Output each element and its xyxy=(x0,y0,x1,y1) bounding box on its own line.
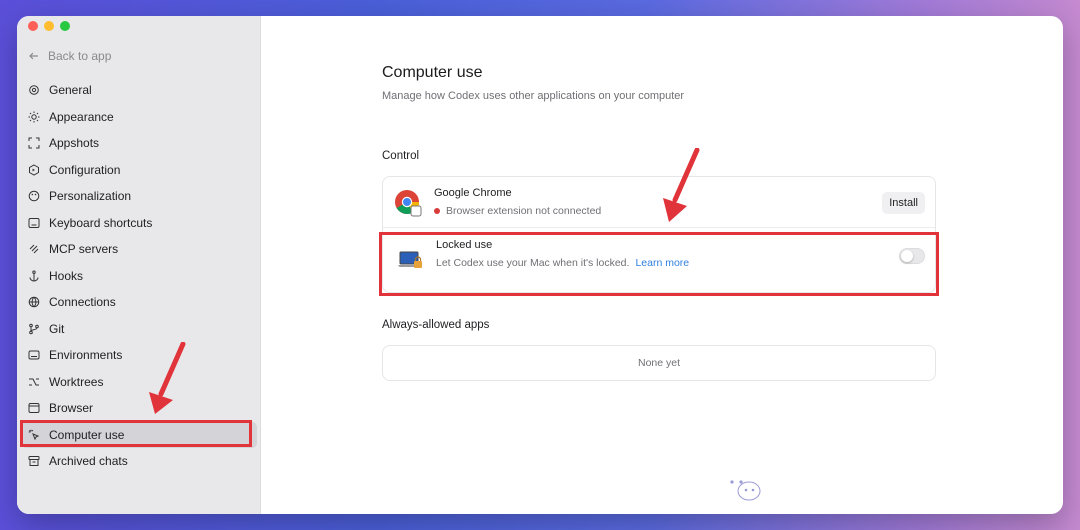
sidebar-highlight-box xyxy=(20,420,252,447)
sidebar-item-label: Hooks xyxy=(49,268,84,283)
sidebar-item-general[interactable]: General xyxy=(17,77,261,104)
close-window-button[interactable] xyxy=(28,21,38,31)
sidebar-item-configuration[interactable]: Configuration xyxy=(17,157,261,184)
sidebar-item-connections[interactable]: Connections xyxy=(17,289,261,316)
sidebar-item-label: Configuration xyxy=(49,162,121,177)
sidebar-item-appearance[interactable]: Appearance xyxy=(17,104,261,131)
sidebar-item-label: Environments xyxy=(49,348,123,363)
settings-nav: General Appearance Appshots Configuratio… xyxy=(17,77,261,475)
sidebar-item-label: Worktrees xyxy=(49,374,104,389)
minimize-window-button[interactable] xyxy=(44,21,54,31)
locked-use-highlight-box xyxy=(379,232,939,296)
sidebar-item-label: Appshots xyxy=(49,136,100,151)
annotation-arrow-icon xyxy=(149,342,186,414)
config-icon xyxy=(29,164,39,176)
sidebar-item-hooks[interactable]: Hooks xyxy=(17,263,261,290)
sidebar-item-archived-chats[interactable]: Archived chats xyxy=(17,448,261,475)
sidebar-item-worktrees[interactable]: Worktrees xyxy=(17,369,261,396)
sidebar-item-appshots[interactable]: Appshots xyxy=(17,130,261,157)
sun-icon xyxy=(28,111,40,123)
sidebar-item-label: Keyboard shortcuts xyxy=(49,215,153,230)
arrow-left-icon xyxy=(29,52,38,60)
sidebar-item-git[interactable]: Git xyxy=(17,316,261,343)
back-to-app-label: Back to app xyxy=(48,49,112,63)
sidebar-item-label: Connections xyxy=(49,295,116,310)
chrome-icon xyxy=(395,190,422,217)
sidebar-item-label: Git xyxy=(49,321,65,336)
palette-icon xyxy=(28,190,40,202)
sidebar-item-mcp-servers[interactable]: MCP servers xyxy=(17,236,261,263)
sidebar-item-label: Browser xyxy=(49,401,94,416)
git-branch-icon xyxy=(29,323,39,335)
mcp-icon xyxy=(29,244,39,254)
sidebar-item-label: Archived chats xyxy=(49,454,128,469)
page-subtitle: Manage how Codex uses other applications… xyxy=(382,90,685,102)
sidebar-item-label: Appearance xyxy=(49,109,114,124)
browser-icon xyxy=(28,403,40,414)
keyboard-icon xyxy=(28,217,40,228)
anchor-icon xyxy=(29,270,39,282)
empty-state-text: None yet xyxy=(637,357,681,369)
sidebar-item-environments[interactable]: Environments xyxy=(17,342,261,369)
zoom-window-button[interactable] xyxy=(60,21,70,31)
chrome-status-text: Browser extension not connected xyxy=(446,205,602,217)
sidebar-item-label: Personalization xyxy=(49,189,132,204)
control-heading: Control xyxy=(382,150,420,162)
page-title: Computer use xyxy=(382,64,483,81)
watermark-text: 公众号 · AI信息Gap xyxy=(770,473,997,503)
install-button[interactable]: Install xyxy=(882,192,925,214)
sidebar-item-label: MCP servers xyxy=(49,242,119,257)
annotation-arrow-icon xyxy=(663,148,700,222)
watermark: 公众号 · AI信息Gap xyxy=(722,468,997,505)
chrome-text: Google Chrome Browser extension not conn… xyxy=(434,187,601,217)
always-allowed-heading: Always-allowed apps xyxy=(382,319,490,331)
screenshot-icon xyxy=(28,137,40,149)
chrome-status: Browser extension not connected xyxy=(434,205,601,217)
globe-icon xyxy=(28,296,40,308)
status-dot-icon xyxy=(434,208,440,214)
environment-icon xyxy=(28,350,40,360)
sidebar-item-personalization[interactable]: Personalization xyxy=(17,183,261,210)
sidebar-item-browser[interactable]: Browser xyxy=(17,395,261,422)
always-allowed-card: None yet xyxy=(382,345,936,381)
back-to-app-link[interactable]: Back to app xyxy=(28,49,111,63)
settings-content: Computer use Manage how Codex uses other… xyxy=(261,16,1063,514)
chrome-name: Google Chrome xyxy=(434,187,512,199)
worktree-icon xyxy=(29,378,39,386)
sidebar-item-keyboard-shortcuts[interactable]: Keyboard shortcuts xyxy=(17,210,261,237)
archive-icon xyxy=(28,456,40,467)
wechat-icon xyxy=(724,472,761,500)
gear-icon xyxy=(29,85,39,96)
settings-window: Back to app General Appearance Appshots … xyxy=(17,16,1063,514)
window-controls xyxy=(28,21,70,31)
sidebar: Back to app General Appearance Appshots … xyxy=(17,16,261,514)
sidebar-item-label: General xyxy=(49,83,92,98)
